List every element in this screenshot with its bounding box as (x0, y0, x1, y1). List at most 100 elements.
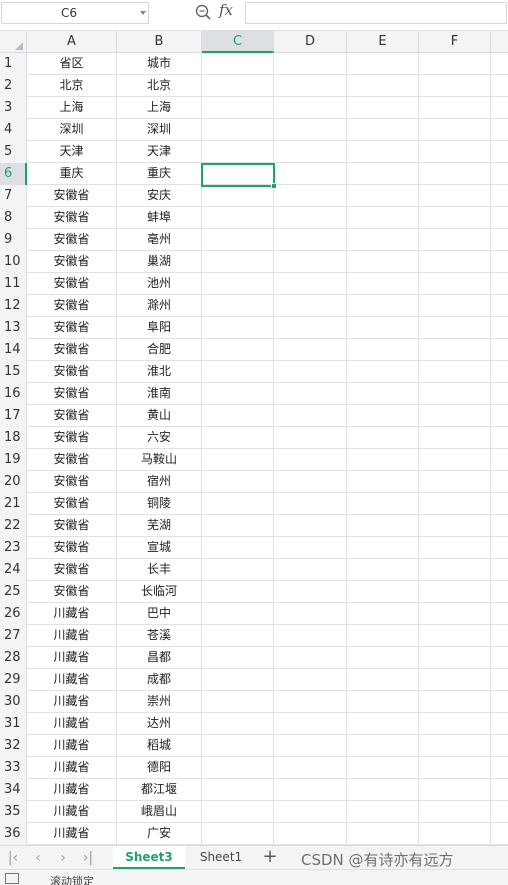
cell-c[interactable] (202, 251, 274, 273)
cell-c[interactable] (202, 625, 274, 647)
cell-e[interactable] (347, 669, 419, 691)
cell-g[interactable] (491, 515, 508, 537)
cell-e[interactable] (347, 361, 419, 383)
cell-c[interactable] (202, 53, 274, 75)
cell-a[interactable]: 深圳 (27, 119, 117, 141)
cell-a[interactable]: 川藏省 (27, 603, 117, 625)
cell-f[interactable] (419, 251, 491, 273)
row-header[interactable]: 10 (0, 251, 27, 273)
cell-b[interactable]: 滁州 (117, 295, 202, 317)
cell-c[interactable] (202, 339, 274, 361)
column-header-g[interactable] (491, 31, 508, 53)
cell-d[interactable] (274, 53, 347, 75)
cell-e[interactable] (347, 537, 419, 559)
cell-e[interactable] (347, 185, 419, 207)
cell-g[interactable] (491, 229, 508, 251)
cell-c[interactable] (202, 383, 274, 405)
zoom-icon[interactable] (194, 3, 212, 21)
cell-c[interactable] (202, 779, 274, 801)
cell-c[interactable] (202, 207, 274, 229)
cell-b[interactable]: 达州 (117, 713, 202, 735)
cell-g[interactable] (491, 405, 508, 427)
row-header[interactable]: 19 (0, 449, 27, 471)
cell-g[interactable] (491, 251, 508, 273)
cell-g[interactable] (491, 427, 508, 449)
cell-e[interactable] (347, 383, 419, 405)
cell-f[interactable] (419, 559, 491, 581)
cell-g[interactable] (491, 669, 508, 691)
row-header[interactable]: 8 (0, 207, 27, 229)
cell-c[interactable] (202, 119, 274, 141)
cell-e[interactable] (347, 757, 419, 779)
row-header[interactable]: 14 (0, 339, 27, 361)
next-sheet-icon[interactable]: › (54, 849, 72, 867)
cell-c[interactable] (202, 823, 274, 845)
cell-c[interactable] (202, 229, 274, 251)
cell-b[interactable]: 昌都 (117, 647, 202, 669)
cell-g[interactable] (491, 691, 508, 713)
cell-a[interactable]: 川藏省 (27, 779, 117, 801)
cell-a[interactable]: 安徽省 (27, 273, 117, 295)
cell-c[interactable] (202, 185, 274, 207)
cell-c[interactable] (202, 647, 274, 669)
cell-f[interactable] (419, 713, 491, 735)
cell-d[interactable] (274, 317, 347, 339)
cell-f[interactable] (419, 779, 491, 801)
cell-a[interactable]: 川藏省 (27, 713, 117, 735)
cell-a[interactable]: 安徽省 (27, 581, 117, 603)
row-header[interactable]: 3 (0, 97, 27, 119)
cell-f[interactable] (419, 647, 491, 669)
select-all-corner[interactable] (0, 31, 27, 53)
cell-a[interactable]: 安徽省 (27, 493, 117, 515)
cell-e[interactable] (347, 823, 419, 845)
cell-b[interactable]: 铜陵 (117, 493, 202, 515)
cell-c[interactable] (202, 163, 274, 185)
cell-e[interactable] (347, 53, 419, 75)
fx-icon[interactable]: fx (219, 1, 233, 19)
cell-a[interactable]: 川藏省 (27, 757, 117, 779)
cell-a[interactable]: 安徽省 (27, 383, 117, 405)
cell-g[interactable] (491, 581, 508, 603)
cell-d[interactable] (274, 735, 347, 757)
cell-e[interactable] (347, 141, 419, 163)
cell-b[interactable]: 淮南 (117, 383, 202, 405)
row-header[interactable]: 15 (0, 361, 27, 383)
cell-b[interactable]: 阜阳 (117, 317, 202, 339)
cell-e[interactable] (347, 97, 419, 119)
cell-b[interactable]: 六安 (117, 427, 202, 449)
cell-b[interactable]: 峨眉山 (117, 801, 202, 823)
cell-g[interactable] (491, 713, 508, 735)
cell-b[interactable]: 重庆 (117, 163, 202, 185)
cell-d[interactable] (274, 295, 347, 317)
cell-d[interactable] (274, 427, 347, 449)
cell-g[interactable] (491, 339, 508, 361)
cell-c[interactable] (202, 427, 274, 449)
cell-g[interactable] (491, 779, 508, 801)
cell-d[interactable] (274, 251, 347, 273)
name-box[interactable]: C6 (1, 2, 149, 24)
cell-a[interactable]: 安徽省 (27, 361, 117, 383)
row-header[interactable]: 36 (0, 823, 27, 845)
cell-e[interactable] (347, 75, 419, 97)
cell-f[interactable] (419, 317, 491, 339)
row-header[interactable]: 13 (0, 317, 27, 339)
cell-f[interactable] (419, 361, 491, 383)
cell-a[interactable]: 天津 (27, 141, 117, 163)
cell-e[interactable] (347, 625, 419, 647)
cell-b[interactable]: 北京 (117, 75, 202, 97)
cell-a[interactable]: 重庆 (27, 163, 117, 185)
cell-a[interactable]: 川藏省 (27, 823, 117, 845)
cell-g[interactable] (491, 97, 508, 119)
cell-g[interactable] (491, 471, 508, 493)
cell-d[interactable] (274, 405, 347, 427)
cell-d[interactable] (274, 691, 347, 713)
cell-d[interactable] (274, 273, 347, 295)
cell-b[interactable]: 长临河 (117, 581, 202, 603)
cell-b[interactable]: 深圳 (117, 119, 202, 141)
cell-e[interactable] (347, 405, 419, 427)
cell-c[interactable] (202, 493, 274, 515)
cell-c[interactable] (202, 295, 274, 317)
cell-d[interactable] (274, 669, 347, 691)
cell-f[interactable] (419, 207, 491, 229)
cell-d[interactable] (274, 823, 347, 845)
